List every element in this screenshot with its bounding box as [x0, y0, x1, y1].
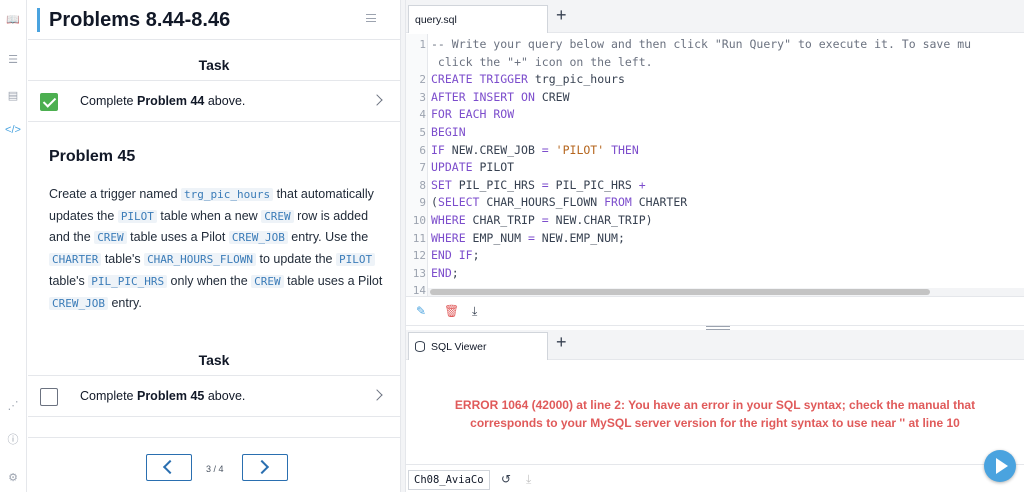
line-code: WHERE CHAR_TRIP = NEW.CHAR_TRIP): [431, 213, 653, 227]
share-icon[interactable]: ⋰: [4, 398, 22, 414]
code-line: 1 -- Write your query below and then clic…: [406, 36, 1024, 54]
line-code: WHERE EMP_NUM = NEW.EMP_NUM;: [431, 230, 625, 245]
icon-rail: 📖 ☰ ▤ </> ⋰ ⓘ ⚙: [0, 0, 27, 492]
line-number: 3: [419, 90, 426, 104]
help-icon[interactable]: ⓘ: [4, 432, 22, 448]
database-icon: [415, 341, 425, 352]
menu-icon[interactable]: [366, 14, 376, 22]
sql-workspace: query.sql + 1 -- Write your query below a…: [406, 0, 1024, 492]
accent-bar: [37, 8, 40, 32]
line-code: AFTER INSERT ON CREW: [431, 89, 570, 104]
task-row-problem-45[interactable]: Complete Problem 45 above.: [28, 375, 400, 417]
line-code: click the "+" icon on the left.: [431, 54, 653, 69]
error-message: ERROR 1064 (42000) at line 2: You have a…: [454, 398, 976, 430]
code-line: 12 END IF;: [406, 247, 1024, 265]
code-editor[interactable]: 1 -- Write your query below and then clic…: [406, 34, 1024, 296]
line-code: IF NEW.CREW_JOB = 'PILOT' THEN: [431, 142, 639, 157]
previous-button[interactable]: [146, 454, 192, 481]
line-number: 5: [419, 126, 426, 139]
line-number: 10: [412, 214, 426, 227]
trash-icon[interactable]: 🗑: [444, 304, 459, 318]
line-code: END IF;: [431, 248, 480, 263]
editor-toolbar: ✎ 🗑 ⤓: [406, 296, 1024, 326]
chevron-right-icon: [254, 459, 270, 475]
task-heading: Task: [198, 352, 230, 368]
problem-description: Create a trigger named trg_pic_hours tha…: [49, 187, 383, 310]
task-label: Complete Problem 44 above.: [80, 94, 246, 108]
list-icon[interactable]: ☰: [4, 52, 22, 68]
line-code: FOR EACH ROW: [431, 107, 515, 122]
line-number: 13: [412, 266, 426, 280]
line-number: 8: [419, 178, 426, 192]
result-area: ERROR 1064 (42000) at line 2: You have a…: [406, 360, 1024, 464]
pencil-icon[interactable]: ✎: [416, 304, 426, 318]
line-code: SET PIL_PIC_HRS = PIL_PIC_HRS +: [431, 177, 646, 192]
task-row-problem-44[interactable]: Complete Problem 44 above.: [28, 80, 400, 122]
line-number: 1: [419, 38, 426, 51]
database-selector[interactable]: Ch08_AviaCo: [408, 470, 490, 490]
download-icon: ⤓: [526, 472, 532, 486]
chevron-right-icon[interactable]: [371, 389, 383, 401]
settings-icon[interactable]: ⚙: [4, 470, 22, 486]
task-heading: Task: [198, 57, 230, 73]
code-line: click the "+" icon on the left.: [406, 54, 1024, 72]
page-count: 3 / 4: [206, 464, 224, 474]
add-viewer-tab-button[interactable]: +: [556, 332, 567, 353]
task-label: Complete Problem 45 above.: [80, 389, 246, 403]
code-line: 8 SET PIL_PIC_HRS = PIL_PIC_HRS +: [406, 177, 1024, 195]
tab-label: SQL Viewer: [431, 341, 487, 353]
horizontal-scrollbar[interactable]: [428, 288, 1024, 296]
line-number: 2: [419, 73, 426, 87]
code-line: 13 END;: [406, 265, 1024, 283]
line-code: END;: [431, 265, 459, 280]
history-icon[interactable]: ↺: [501, 472, 511, 486]
editor-tabbar: query.sql +: [406, 0, 1024, 33]
line-number: 7: [419, 161, 426, 175]
code-line: 7 UPDATE PILOT: [406, 159, 1024, 177]
pagination: 3 / 4: [28, 437, 400, 492]
code-line: 4 FOR EACH ROW: [406, 106, 1024, 124]
line-code: (SELECT CHAR_HOURS_FLOWN FROM CHARTER: [431, 195, 688, 210]
run-query-button[interactable]: [984, 450, 1016, 482]
line-code: BEGIN: [431, 125, 466, 139]
tab-query-sql[interactable]: query.sql: [408, 5, 548, 33]
code-line: 10 WHERE CHAR_TRIP = NEW.CHAR_TRIP): [406, 212, 1024, 230]
scrollbar-thumb[interactable]: [430, 289, 930, 295]
code-icon[interactable]: </>: [4, 122, 22, 138]
checkbox-checked-icon[interactable]: [40, 93, 58, 111]
problem-title: Problem 45: [49, 148, 136, 165]
line-code: UPDATE PILOT: [431, 160, 515, 175]
code-line: 2 CREATE TRIGGER trg_pic_hours: [406, 71, 1024, 89]
line-code: -- Write your query below and then click…: [431, 37, 972, 51]
status-bar: Ch08_AviaCo ↺ ⤓: [406, 450, 1024, 492]
add-tab-button[interactable]: +: [556, 5, 567, 26]
chevron-right-icon[interactable]: [371, 94, 383, 106]
next-button[interactable]: [242, 454, 288, 481]
code-line: 3 AFTER INSERT ON CREW: [406, 89, 1024, 107]
problem-panel: Problems 8.44-8.46 Task Complete Problem…: [28, 0, 400, 492]
line-number: 6: [419, 143, 426, 157]
chart-icon[interactable]: ▤: [4, 88, 22, 104]
book-icon[interactable]: 📖: [4, 12, 22, 28]
code-line: 11 WHERE EMP_NUM = NEW.EMP_NUM;: [406, 230, 1024, 248]
line-number: 11: [412, 231, 426, 245]
download-icon[interactable]: ⤓: [472, 304, 477, 319]
chevron-left-icon: [162, 459, 178, 475]
code-line: 6 IF NEW.CREW_JOB = 'PILOT' THEN: [406, 142, 1024, 160]
panel-header: Problems 8.44-8.46: [28, 0, 400, 40]
page-title: Problems 8.44-8.46: [49, 9, 231, 31]
code-line: 5 BEGIN: [406, 124, 1024, 142]
line-number: 14: [412, 284, 426, 296]
line-number: 4: [419, 108, 426, 122]
line-number: 12: [412, 249, 426, 263]
line-number: 9: [419, 196, 426, 210]
viewer-tabbar: SQL Viewer +: [406, 330, 1024, 360]
code-line: 9 (SELECT CHAR_HOURS_FLOWN FROM CHARTER: [406, 194, 1024, 212]
tab-sql-viewer[interactable]: SQL Viewer: [408, 332, 548, 360]
checkbox-icon[interactable]: [40, 388, 58, 406]
line-code: CREATE TRIGGER trg_pic_hours: [431, 72, 625, 87]
